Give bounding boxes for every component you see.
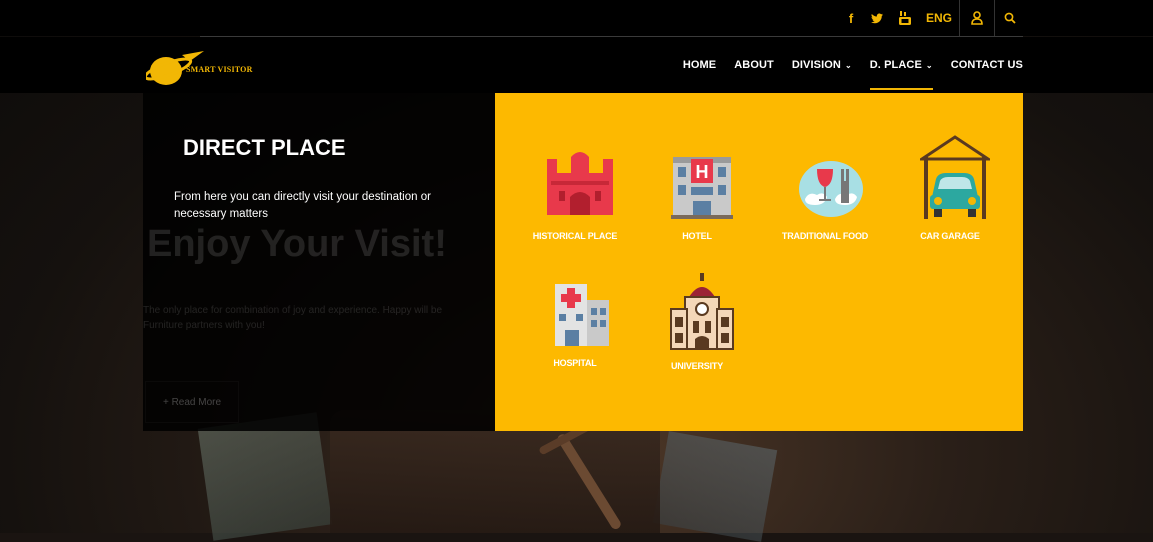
brand-name: SMART VISITOR	[186, 65, 253, 74]
site-logo[interactable]: SMART VISITOR	[143, 47, 256, 89]
hero-subtext: The only place for combination of joy an…	[143, 305, 443, 331]
nav-contact-us[interactable]: CONTACT US	[951, 37, 1023, 93]
place-university[interactable]: UNIVERSITY	[637, 273, 757, 393]
place-label: HOTEL	[682, 231, 712, 241]
top-bar: f ENG	[0, 0, 1153, 36]
place-label: HOSPITAL	[553, 358, 597, 368]
facebook-icon[interactable]: f	[839, 0, 863, 36]
place-historical[interactable]: HISTORICAL PLACE	[515, 151, 635, 271]
nav-label: D. PLACE	[869, 59, 922, 71]
panel-description: From here you can directly visit your de…	[174, 191, 431, 220]
nav-label: HOME	[682, 59, 717, 71]
place-hotel[interactable]: H HOTEL	[637, 151, 757, 271]
hotel-icon: H	[671, 157, 733, 219]
place-car-garage[interactable]: CAR GARAGE	[890, 133, 1010, 253]
place-hospital[interactable]: HOSPITAL	[515, 278, 635, 398]
youtube-icon[interactable]	[891, 0, 919, 36]
nav-about[interactable]: ABOUT	[734, 37, 774, 93]
place-label: UNIVERSITY	[670, 361, 723, 371]
search-icon[interactable]	[994, 0, 1025, 36]
car-garage-icon	[920, 135, 990, 219]
chevron-down-icon: ⌄	[844, 60, 852, 70]
hospital-icon	[555, 284, 609, 346]
university-icon	[670, 273, 734, 350]
nav-label: DIVISION	[791, 59, 841, 71]
map-image	[652, 431, 778, 542]
place-traditional-food[interactable]: TRADITIONAL FOOD	[765, 151, 885, 271]
traditional-food-icon	[799, 161, 863, 217]
nav-direct-place[interactable]: D. PLACE ⌄	[869, 37, 933, 93]
dropdown-info-panel: Enjoy Your Visit! The only place for com…	[143, 93, 495, 431]
nav-label: ABOUT	[734, 59, 774, 71]
historical-place-icon	[547, 152, 613, 215]
language-selector[interactable]: ENG	[919, 0, 959, 36]
user-icon[interactable]	[959, 0, 994, 36]
map-image	[197, 412, 333, 541]
svg-text:H: H	[696, 162, 709, 182]
direct-place-dropdown: HISTORICAL PLACE H HOTEL TRADITIONAL FOO…	[495, 93, 1023, 431]
nav-menu: HOME ABOUT DIVISION ⌄ D. PLACE ⌄ CONTACT U…	[665, 37, 1023, 93]
chevron-down-icon: ⌄	[925, 60, 933, 70]
hero-heading: Enjoy Your Visit!	[147, 223, 447, 265]
twitter-icon[interactable]	[863, 0, 891, 36]
place-label: HISTORICAL PLACE	[532, 231, 618, 241]
nav-label: CONTACT US	[950, 59, 1023, 71]
panel-title: DIRECT PLACE	[183, 135, 346, 160]
read-more-button[interactable]: + Read More	[145, 381, 239, 423]
main-navbar: SMART VISITOR HOME ABOUT DIVISION ⌄ D. PL…	[0, 37, 1153, 93]
place-label: TRADITIONAL FOOD	[781, 231, 869, 241]
place-label: CAR GARAGE	[920, 231, 980, 241]
nav-division[interactable]: DIVISION ⌄	[792, 37, 852, 93]
nav-home[interactable]: HOME	[683, 37, 716, 93]
